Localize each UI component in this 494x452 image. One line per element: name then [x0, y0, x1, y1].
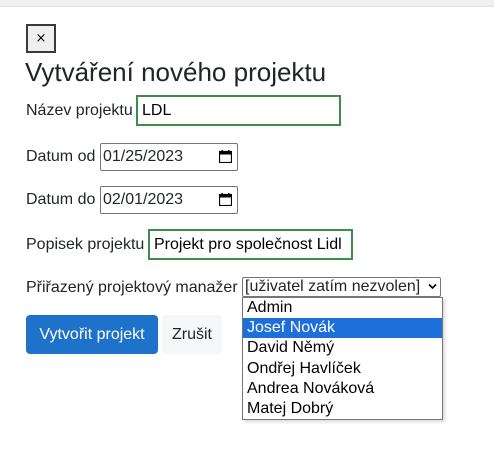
description-label: Popisek projektu: [26, 236, 145, 253]
manager-option-highlighted[interactable]: Josef Novák: [243, 318, 442, 339]
manager-option[interactable]: Andrea Nováková: [243, 379, 442, 399]
chevron-down-icon: [428, 283, 437, 290]
manager-option[interactable]: David Němý: [243, 338, 442, 358]
date-to-value: 02/01/2023: [103, 191, 184, 208]
manager-select[interactable]: [uživatel zatím nezvolen]: [242, 277, 441, 297]
date-to-label: Datum do: [26, 191, 96, 208]
date-from-label: Datum od: [26, 148, 96, 165]
manager-dropdown-list: Admin Josef Novák David Němý Ondřej Havl…: [242, 297, 443, 420]
manager-option[interactable]: Admin: [243, 298, 442, 318]
date-to-input[interactable]: 02/01/2023: [100, 186, 238, 214]
create-project-button[interactable]: Vytvořit projekt: [26, 315, 158, 354]
top-border: [0, 0, 494, 7]
date-from-input[interactable]: 01/25/2023: [100, 143, 238, 171]
calendar-icon[interactable]: [219, 193, 232, 206]
calendar-icon[interactable]: [219, 150, 232, 163]
date-from-value: 01/25/2023: [103, 148, 184, 165]
manager-selected-value: [uživatel zatím nezvolen]: [245, 278, 421, 295]
manager-option[interactable]: Ondřej Havlíček: [243, 359, 442, 379]
description-input[interactable]: [148, 229, 353, 260]
project-name-input[interactable]: [136, 95, 341, 126]
page-title: Vytváření nového projektu: [25, 57, 327, 87]
cancel-button[interactable]: Zrušit: [162, 315, 222, 354]
close-button[interactable]: ×: [26, 24, 56, 53]
manager-label: Přiřazený projektový manažer: [26, 279, 238, 296]
project-name-label: Název projektu: [26, 102, 133, 119]
manager-option[interactable]: Matej Dobrý: [243, 399, 442, 419]
close-icon: ×: [35, 31, 47, 46]
